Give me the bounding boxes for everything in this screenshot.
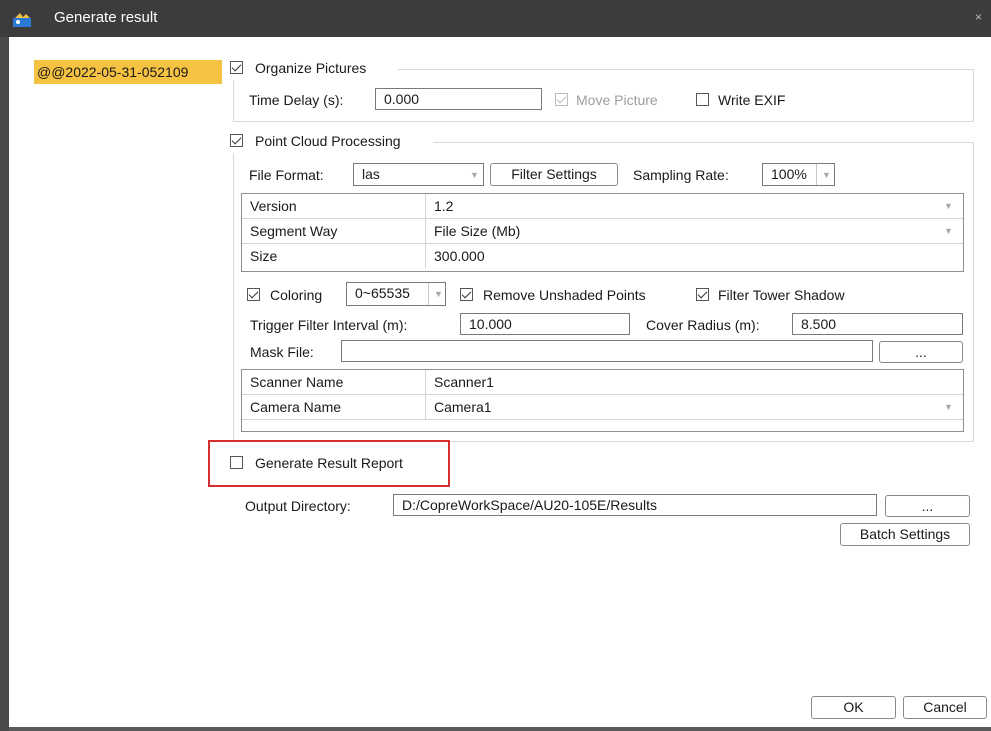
table-row[interactable]: Camera Name Camera1 ▼ [242,395,963,420]
device-name: Camera Name [250,399,342,415]
organize-pictures-checkbox[interactable] [230,61,243,74]
trigger-interval-input[interactable]: 10.000 [460,313,630,335]
coloring-range-dropdown[interactable]: 0~65535 [346,282,446,306]
chevron-down-icon: ▼ [470,170,479,180]
output-directory-browse-button[interactable]: ... [885,495,970,517]
property-value[interactable]: 300.000 [426,244,926,268]
output-directory-input[interactable]: D:/CopreWorkSpace/AU20-105E/Results [393,494,877,516]
sampling-rate-value: 100% [771,166,807,182]
ok-button[interactable]: OK [811,696,896,719]
trigger-interval-label: Trigger Filter Interval (m): [250,317,408,333]
coloring-checkbox[interactable] [247,288,260,301]
file-format-dropdown[interactable]: las [353,163,484,186]
mask-file-label: Mask File: [250,344,314,360]
coloring-range-value: 0~65535 [355,285,410,301]
coloring-label: Coloring [270,287,323,303]
chevron-down-icon: ▼ [944,402,953,412]
mask-file-input[interactable] [341,340,873,362]
window-left-border [0,37,9,731]
device-name: Scanner Name [250,374,344,390]
cancel-button[interactable]: Cancel [903,696,987,719]
point-cloud-checkbox[interactable] [230,134,243,147]
filter-tower-checkbox[interactable] [696,288,709,301]
filter-settings-button[interactable]: Filter Settings [490,163,618,186]
property-name: Size [250,248,278,264]
table-row[interactable]: Segment Way File Size (Mb) ▼ [242,219,963,244]
chevron-down-icon: ▼ [434,289,443,299]
table-row[interactable]: Scanner Name Scanner1 [242,370,963,395]
generate-report-checkbox[interactable] [230,456,243,469]
window-bottom-border [9,727,991,731]
property-name: Version [250,198,297,214]
chevron-down-icon: ▼ [944,226,953,236]
property-name: Segment Way [250,223,338,239]
property-value[interactable]: File Size (Mb) [426,219,926,243]
generate-report-label: Generate Result Report [255,455,403,471]
coloring-divider [428,283,429,305]
table-row[interactable]: Size 300.000 [242,244,963,269]
file-format-label: File Format: [249,167,324,183]
device-value[interactable]: Camera1 [426,395,926,419]
remove-unshaded-checkbox[interactable] [460,288,473,301]
chevron-down-icon: ▼ [822,170,831,180]
sampling-rate-label: Sampling Rate: [633,167,729,183]
file-format-value: las [362,166,380,182]
devices-table: Scanner Name Scanner1 Camera Name Camera… [241,369,964,432]
time-delay-input[interactable]: 0.000 [375,88,542,110]
close-icon[interactable]: × [975,10,982,24]
property-value[interactable]: 1.2 [426,194,926,218]
organize-pictures-label: Organize Pictures [255,60,367,76]
write-exif-label: Write EXIF [718,92,786,108]
app-icon [13,13,31,27]
mask-file-browse-button[interactable]: ... [879,341,963,363]
write-exif-checkbox[interactable] [696,93,709,106]
chevron-down-icon: ▼ [944,201,953,211]
time-delay-label: Time Delay (s): [249,92,344,108]
table-row[interactable]: Version 1.2 ▼ [242,194,963,219]
cover-radius-label: Cover Radius (m): [646,317,760,333]
output-directory-label: Output Directory: [245,498,351,514]
format-properties-table: Version 1.2 ▼ Segment Way File Size (Mb)… [241,193,964,272]
move-picture-checkbox[interactable] [555,93,568,106]
move-picture-label: Move Picture [576,92,658,108]
batch-settings-button[interactable]: Batch Settings [840,523,970,546]
remove-unshaded-label: Remove Unshaded Points [483,287,646,303]
cover-radius-input[interactable]: 8.500 [792,313,963,335]
filter-tower-label: Filter Tower Shadow [718,287,845,303]
sampling-rate-divider [816,164,817,185]
device-value[interactable]: Scanner1 [426,370,926,394]
dataset-tag[interactable]: @@2022-05-31-052109 [34,60,222,84]
point-cloud-label: Point Cloud Processing [255,133,401,149]
window-title: Generate result [54,9,158,26]
